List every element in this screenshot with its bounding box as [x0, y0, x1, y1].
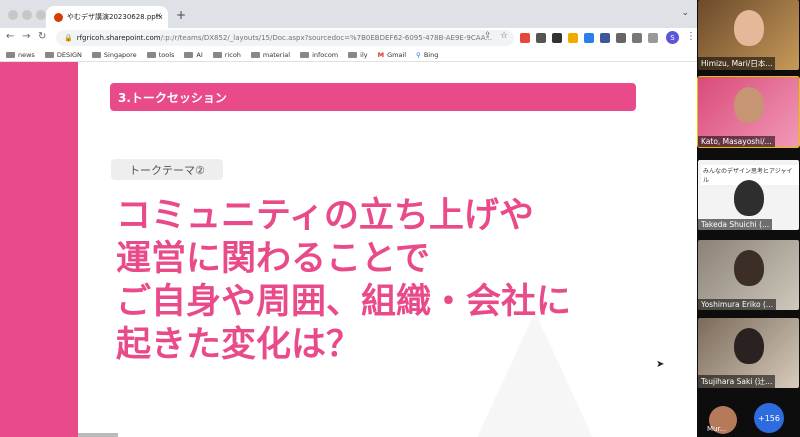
extension-icon[interactable] — [616, 33, 626, 43]
folder-icon — [348, 51, 358, 58]
folder-icon — [212, 51, 222, 58]
back-button[interactable]: ← — [6, 31, 14, 42]
participant-name: Yoshimura Eriko (... — [698, 299, 777, 310]
screen: やむデザ講演20230628.pptx × + ⌄ ← → ↻ 🔒 rfgric… — [0, 0, 800, 437]
folder-icon — [6, 51, 15, 58]
extension-icon[interactable] — [552, 33, 562, 43]
browser-toolbar: ← → ↻ 🔒 rfgricoh.sharepoint.com/:p:/r/te… — [0, 28, 697, 48]
powerpoint-icon — [54, 12, 63, 22]
folder-icon — [146, 51, 156, 58]
minimize-window-button[interactable] — [22, 10, 32, 20]
tab-search-icon[interactable]: ⌄ — [681, 8, 689, 18]
gmail-icon: M — [377, 50, 385, 59]
participant-name: Takeda Shuichi (... — [698, 219, 773, 230]
pocket-extension-icon[interactable] — [520, 33, 530, 43]
participants-overflow-row: Mur... +156 — [697, 395, 800, 437]
bookmark-bing[interactable]: ⚲ Bing — [416, 51, 438, 59]
participant-tile[interactable]: Yoshimura Eriko (... — [698, 240, 799, 310]
bookmark-folder-ily[interactable]: ily — [348, 51, 368, 59]
profile-avatar[interactable]: S — [666, 31, 679, 44]
close-window-button[interactable] — [8, 10, 18, 20]
folder-icon — [184, 51, 194, 58]
talk-theme-tag: トークテーマ② — [111, 159, 223, 180]
talk-question: コミュニティの立ち上げや 運営に関わることで ご自身や周囲、組織・会社に 起きた… — [116, 195, 676, 367]
folder-icon — [91, 51, 101, 58]
maximize-window-button[interactable] — [36, 10, 46, 20]
mouse-cursor-icon: ➤ — [656, 359, 665, 370]
browser-window: やむデザ講演20230628.pptx × + ⌄ ← → ↻ 🔒 rfgric… — [0, 0, 697, 437]
participant-name: Tsujihara Saki (辻... — [698, 375, 776, 388]
question-line: 起きた変化は？ — [116, 325, 362, 365]
bookmark-folder-singapore[interactable]: Singapore — [91, 51, 137, 59]
folder-icon — [300, 51, 310, 58]
tab-title: やむデザ講演20230628.pptx — [67, 13, 163, 21]
slide-side-accent — [0, 62, 78, 437]
bookmark-gmail[interactable]: M Gmail — [378, 51, 406, 59]
extension-icon[interactable] — [584, 33, 594, 43]
section-title: 3.トークセッション — [118, 90, 227, 105]
bookmark-folder-material[interactable]: material — [250, 51, 290, 59]
lock-icon[interactable]: 🔒 — [64, 34, 73, 42]
question-line: ご自身や周囲、組織・会社に — [116, 282, 572, 322]
forward-button[interactable]: → — [22, 31, 30, 42]
folder-icon — [44, 51, 54, 58]
participant-video — [734, 328, 764, 364]
participant-video — [734, 180, 764, 216]
participant-name: Kato, Masayoshi/... — [698, 136, 775, 147]
question-line: 運営に関わることで — [116, 239, 430, 279]
participant-name: Mur... — [707, 425, 727, 433]
bookmarks-bar: news DESIGN Singapore tools AI ricoh mat… — [0, 48, 697, 62]
extension-icon[interactable] — [536, 33, 546, 43]
talk-theme-label: トークテーマ② — [129, 163, 205, 177]
slide-scroll-indicator — [78, 433, 118, 437]
bookmark-folder-news[interactable]: news — [6, 51, 35, 59]
participant-video — [734, 250, 764, 286]
sidebar-icon[interactable] — [648, 33, 658, 43]
browser-menu-icon[interactable]: ⋮ — [686, 31, 696, 42]
bing-search-icon: ⚲ — [416, 50, 421, 59]
participant-name: Himizu, Mari/日本... — [698, 57, 776, 70]
participant-tile[interactable]: Tsujihara Saki (辻... — [698, 318, 799, 388]
bookmark-folder-tools[interactable]: tools — [146, 51, 174, 59]
folder-icon — [250, 51, 260, 58]
new-tab-button[interactable]: + — [176, 8, 186, 22]
more-participants-button[interactable]: +156 — [754, 403, 784, 433]
question-line: コミュニティの立ち上げや — [116, 196, 534, 236]
browser-tab-active[interactable]: やむデザ講演20230628.pptx × — [46, 6, 168, 28]
participants-panel: Himizu, Mari/日本... Kato, Masayoshi/... み… — [697, 0, 800, 437]
url-path: /:p:/r/teams/DX852/_layouts/15/Doc.aspx?… — [160, 34, 493, 42]
participant-tile-speaking[interactable]: Kato, Masayoshi/... — [697, 76, 800, 148]
reload-button[interactable]: ↻ — [38, 31, 46, 42]
share-icon[interactable]: ⇪ — [484, 31, 492, 41]
url-host: rfgricoh.sharepoint.com — [76, 34, 161, 42]
puzzle-extensions-icon[interactable] — [632, 33, 642, 43]
tab-bar: やむデザ講演20230628.pptx × + ⌄ — [0, 0, 697, 28]
participant-tile[interactable]: みんなのデザイン思考ヒアジャイル Takeda Shuichi (... — [698, 160, 799, 230]
presentation-slide: 3.トークセッション トークテーマ② コミュニティの立ち上げや 運営に関わること… — [0, 62, 697, 437]
participant-tile[interactable]: Himizu, Mari/日本... — [698, 0, 799, 70]
bookmark-folder-infocom[interactable]: infocom — [300, 51, 338, 59]
participant-video — [734, 87, 764, 123]
facebook-extension-icon[interactable] — [600, 33, 610, 43]
address-bar[interactable]: 🔒 rfgricoh.sharepoint.com/:p:/r/teams/DX… — [56, 30, 514, 46]
participant-video — [734, 10, 764, 46]
bookmark-folder-ricoh[interactable]: ricoh — [212, 51, 241, 59]
tab-close-icon[interactable]: × — [155, 11, 162, 20]
section-title-bar: 3.トークセッション — [110, 83, 636, 111]
bookmark-folder-ai[interactable]: AI — [184, 51, 203, 59]
bookmark-star-icon[interactable]: ☆ — [500, 31, 508, 41]
extension-icon[interactable] — [568, 33, 578, 43]
bookmark-folder-design[interactable]: DESIGN — [44, 51, 82, 59]
